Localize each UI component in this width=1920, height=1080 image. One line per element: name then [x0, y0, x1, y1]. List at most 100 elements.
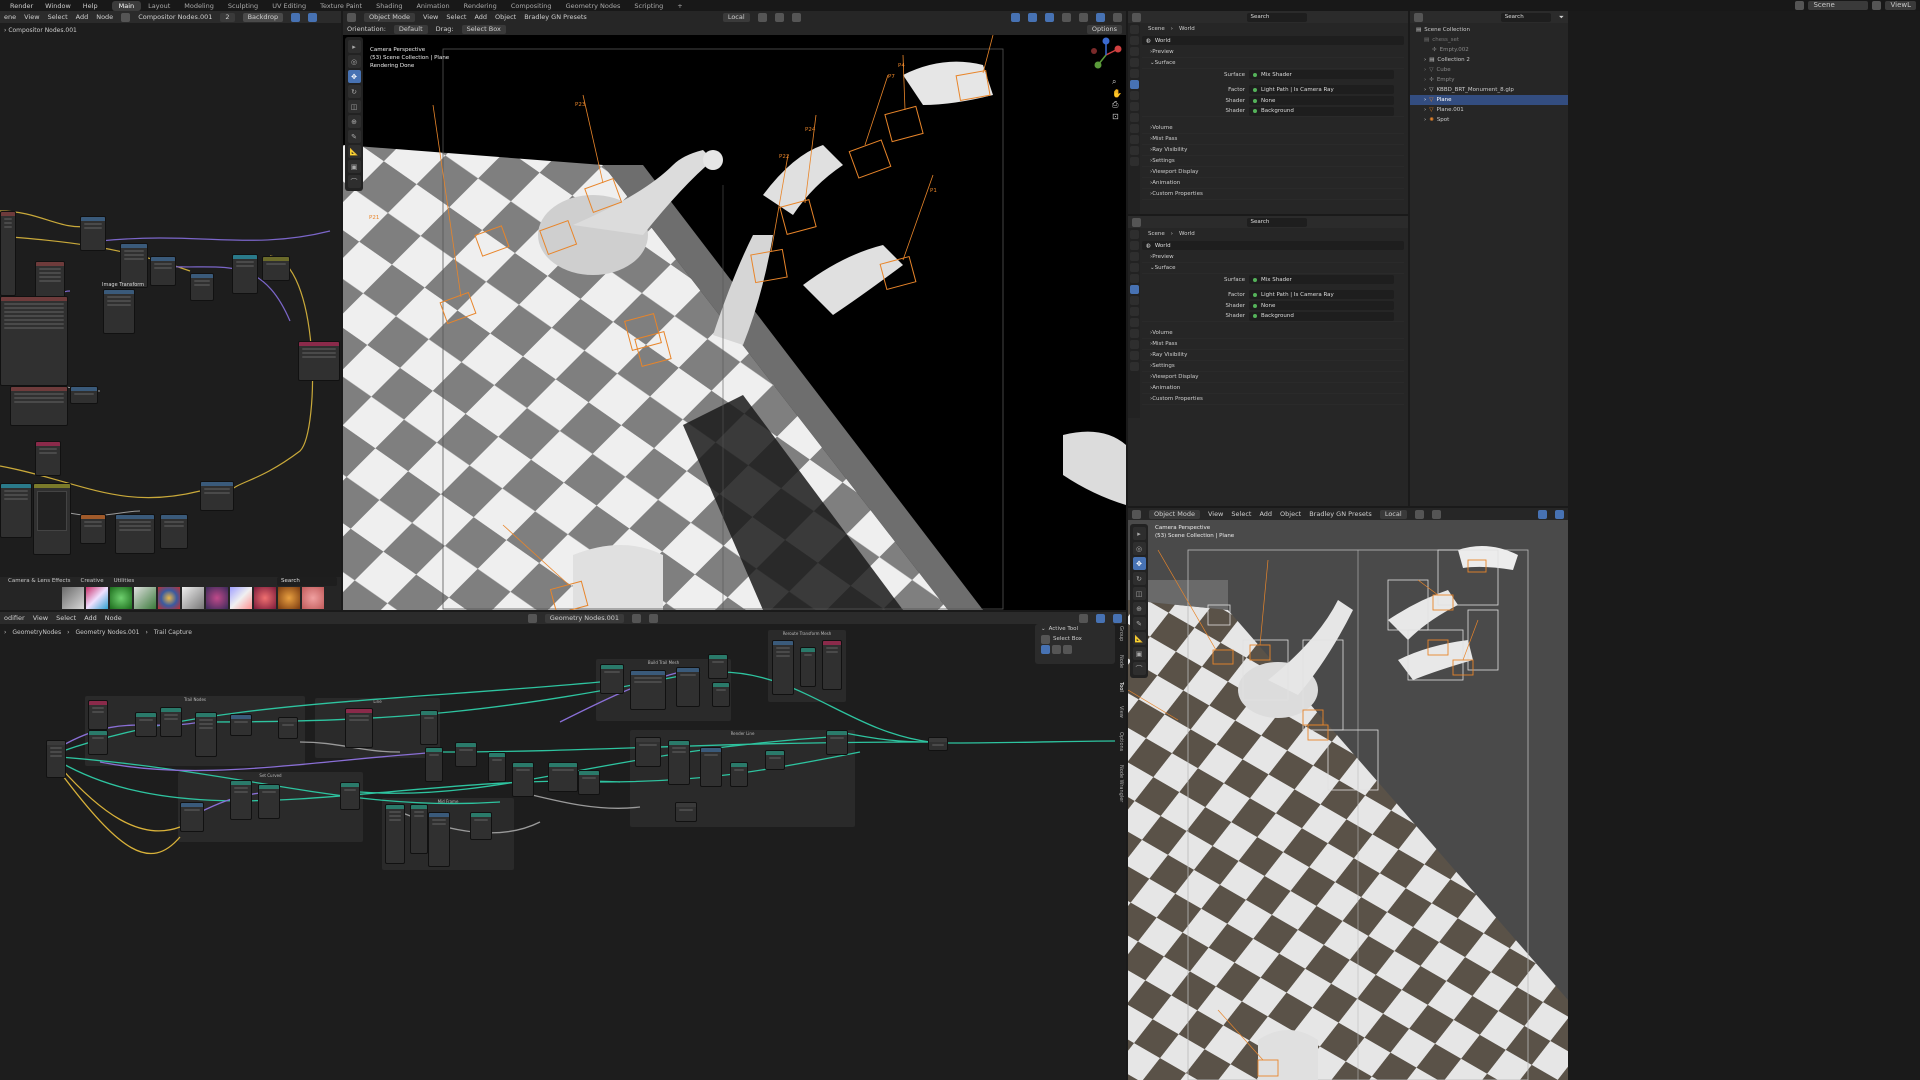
- camera-icon[interactable]: ⎙: [1112, 100, 1122, 110]
- material-tab-icon[interactable]: [1129, 157, 1139, 166]
- geo-node[interactable]: [548, 762, 578, 792]
- geo-node[interactable]: [675, 802, 697, 822]
- outliner-item-selected[interactable]: › ▽ Plane: [1410, 95, 1568, 105]
- asset-thumbnail[interactable]: [302, 587, 324, 609]
- cursor-tool-icon[interactable]: ◎: [1132, 542, 1146, 555]
- asset-thumbnail[interactable]: [158, 587, 180, 609]
- drag-dropdown[interactable]: Select Box: [461, 24, 506, 34]
- world-datablock-field[interactable]: ◍ World: [1142, 241, 1404, 250]
- asset-thumbnail[interactable]: [110, 587, 132, 609]
- group-output-node[interactable]: [928, 737, 948, 751]
- editor-type-icon[interactable]: [1414, 12, 1423, 22]
- side-tab-node[interactable]: Node: [1114, 655, 1124, 668]
- transform-tool-icon[interactable]: ⊕: [1132, 602, 1146, 615]
- outliner-item[interactable]: ▤ chess_set: [1410, 35, 1568, 45]
- object-tab-icon[interactable]: [1129, 296, 1139, 305]
- viewport-menu-gn-presets[interactable]: Bradley GN Presets: [524, 13, 587, 21]
- surface-field[interactable]: Mix Shader: [1249, 275, 1394, 284]
- orientation-dropdown[interactable]: Default: [393, 24, 428, 34]
- compositor-node[interactable]: [0, 296, 68, 386]
- workspace-tab-scripting[interactable]: Scripting: [627, 1, 670, 11]
- compositor-node[interactable]: [103, 289, 135, 334]
- asset-thumbnail[interactable]: [278, 587, 300, 609]
- asset-thumbnail[interactable]: [206, 587, 228, 609]
- workspace-tab-layout[interactable]: Layout: [141, 1, 177, 11]
- surface-field[interactable]: Mix Shader: [1249, 70, 1394, 79]
- output-tab-icon[interactable]: [1129, 47, 1139, 56]
- factor-field[interactable]: Light Path | Is Camera Ray: [1249, 85, 1394, 94]
- outliner-search-input[interactable]: Search: [1500, 12, 1551, 22]
- options-dropdown[interactable]: Options: [1086, 24, 1122, 34]
- annotate-tool-icon[interactable]: ✎: [347, 130, 361, 143]
- geo-node[interactable]: [700, 747, 722, 787]
- section-animation[interactable]: › Animation: [1142, 383, 1404, 394]
- geo-node[interactable]: [488, 752, 506, 782]
- outliner-item[interactable]: › ▽ KBBD_BRT_Monument_8.glp: [1410, 85, 1568, 95]
- viewport-menu-view[interactable]: View: [1208, 510, 1223, 518]
- properties-search-input[interactable]: Search: [1246, 12, 1307, 22]
- world-datablock-field[interactable]: ◍ World: [1142, 36, 1404, 45]
- geo-node[interactable]: [765, 750, 785, 770]
- section-mist-pass[interactable]: › Mist Pass: [1142, 339, 1404, 350]
- outliner-item[interactable]: ✢ Empty.002: [1410, 45, 1568, 55]
- section-volume[interactable]: › Volume: [1142, 328, 1404, 339]
- geo-node[interactable]: [800, 647, 816, 687]
- section-surface[interactable]: ⌄ Surface: [1142, 263, 1404, 274]
- workspace-tab-geometry-nodes[interactable]: Geometry Nodes: [559, 1, 628, 11]
- curve-tool-icon[interactable]: ⌒: [347, 175, 361, 188]
- geo-node[interactable]: [826, 730, 848, 755]
- geo-node[interactable]: [470, 812, 492, 840]
- data-tab-icon[interactable]: [1129, 146, 1139, 155]
- scene-icon[interactable]: [1795, 1, 1805, 10]
- geo-node[interactable]: [135, 712, 157, 737]
- select-mode-new-icon[interactable]: [1041, 644, 1050, 654]
- move-tool-icon[interactable]: ✥: [1132, 557, 1146, 570]
- zoom-icon[interactable]: ⌕: [1112, 77, 1122, 87]
- geo-node[interactable]: [195, 712, 217, 757]
- geo-node[interactable]: [230, 714, 252, 736]
- object-mode-dropdown[interactable]: Object Mode: [1149, 509, 1200, 519]
- select-box-tool-icon[interactable]: ▸: [347, 40, 361, 53]
- lock-icon[interactable]: ⊡: [1112, 112, 1122, 121]
- geo-node[interactable]: [668, 740, 690, 785]
- view-layer-tab-icon[interactable]: [1129, 263, 1139, 272]
- geo-node[interactable]: [822, 640, 842, 690]
- geo-node[interactable]: [772, 640, 794, 695]
- shader1-field[interactable]: None: [1249, 301, 1394, 310]
- side-tab-options[interactable]: Options: [1114, 732, 1124, 751]
- section-settings[interactable]: › Settings: [1142, 156, 1404, 167]
- geo-node[interactable]: [600, 664, 624, 694]
- workspace-tab-main[interactable]: Main: [111, 0, 142, 11]
- shader2-field[interactable]: Background: [1249, 311, 1394, 321]
- viewport-menu-object[interactable]: Object: [1280, 510, 1301, 518]
- group-input-node[interactable]: [46, 740, 66, 778]
- render-tab-icon[interactable]: [1129, 241, 1139, 250]
- active-tool-title[interactable]: ⌄ Active Tool: [1035, 624, 1115, 634]
- shading-solid-icon[interactable]: [1079, 12, 1088, 22]
- measure-tool-icon[interactable]: 📐: [347, 145, 361, 158]
- workspace-tab-modeling[interactable]: Modeling: [177, 1, 221, 11]
- editor-type-icon[interactable]: [1132, 509, 1141, 519]
- geo-node[interactable]: [428, 812, 450, 867]
- overlay-icon[interactable]: [1045, 12, 1054, 22]
- geo-node[interactable]: [258, 784, 280, 819]
- asset-thumbnail[interactable]: [230, 587, 252, 609]
- render-tab-icon[interactable]: [1129, 36, 1139, 45]
- add-cube-tool-icon[interactable]: ▣: [1132, 647, 1146, 660]
- view-layer-tab-icon[interactable]: [1129, 58, 1139, 67]
- geo-node[interactable]: [410, 804, 428, 854]
- section-preview[interactable]: › Preview: [1142, 252, 1404, 263]
- asset-thumbnail[interactable]: [182, 587, 204, 609]
- side-tab-node-wrangler[interactable]: Node Wrangler: [1114, 765, 1124, 802]
- section-settings[interactable]: › Settings: [1142, 361, 1404, 372]
- section-custom-properties[interactable]: › Custom Properties: [1142, 394, 1404, 405]
- geo-node[interactable]: [712, 682, 730, 707]
- compositor-node[interactable]: [80, 216, 106, 251]
- viewlayer-icon[interactable]: [1872, 1, 1882, 10]
- cursor-tool-icon[interactable]: ◎: [347, 55, 361, 68]
- select-mode-subtract-icon[interactable]: [1063, 644, 1072, 654]
- transform-orientation-dropdown[interactable]: Local: [1379, 509, 1407, 519]
- scale-tool-icon[interactable]: ◫: [1132, 587, 1146, 600]
- outliner-item[interactable]: › ▽ Cube: [1410, 65, 1568, 75]
- section-surface[interactable]: ⌄ Surface: [1142, 58, 1404, 69]
